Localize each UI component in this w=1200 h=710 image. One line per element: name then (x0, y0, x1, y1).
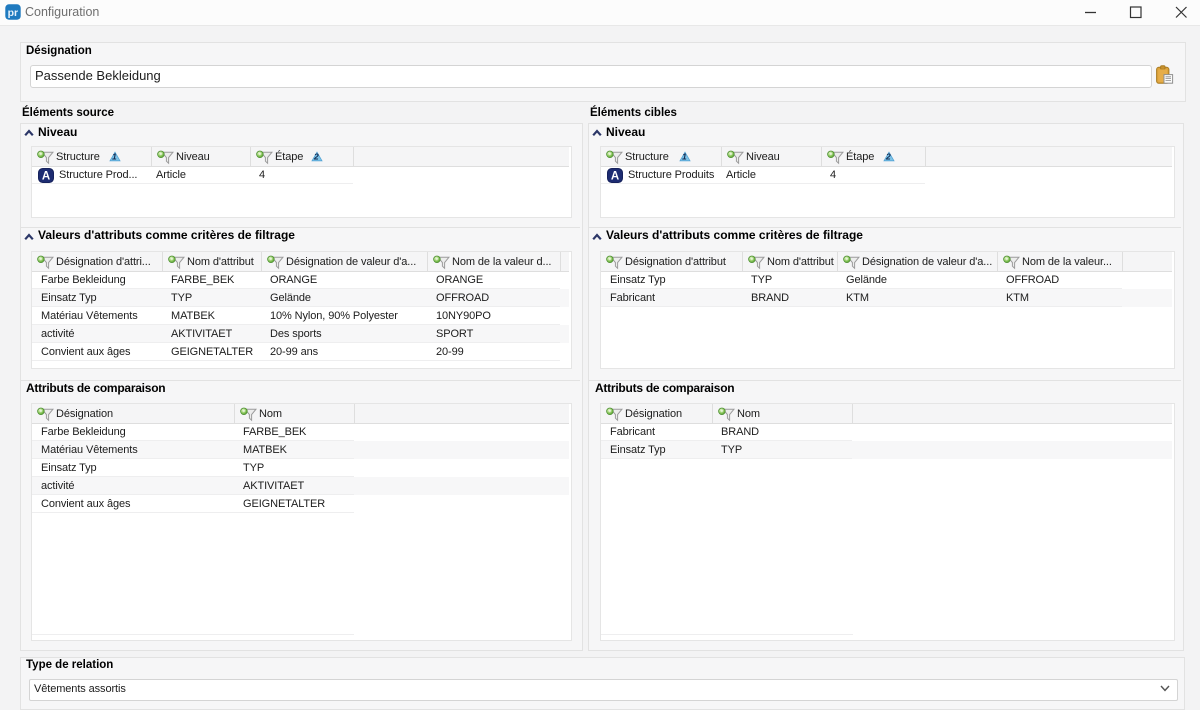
svg-text:2: 2 (885, 152, 891, 162)
svg-text:pr: pr (8, 7, 19, 19)
svg-text:1: 1 (682, 152, 687, 162)
svg-text:2: 2 (313, 152, 319, 162)
svg-text:A: A (611, 171, 619, 183)
svg-text:A: A (42, 171, 50, 183)
svg-text:1: 1 (112, 152, 117, 162)
